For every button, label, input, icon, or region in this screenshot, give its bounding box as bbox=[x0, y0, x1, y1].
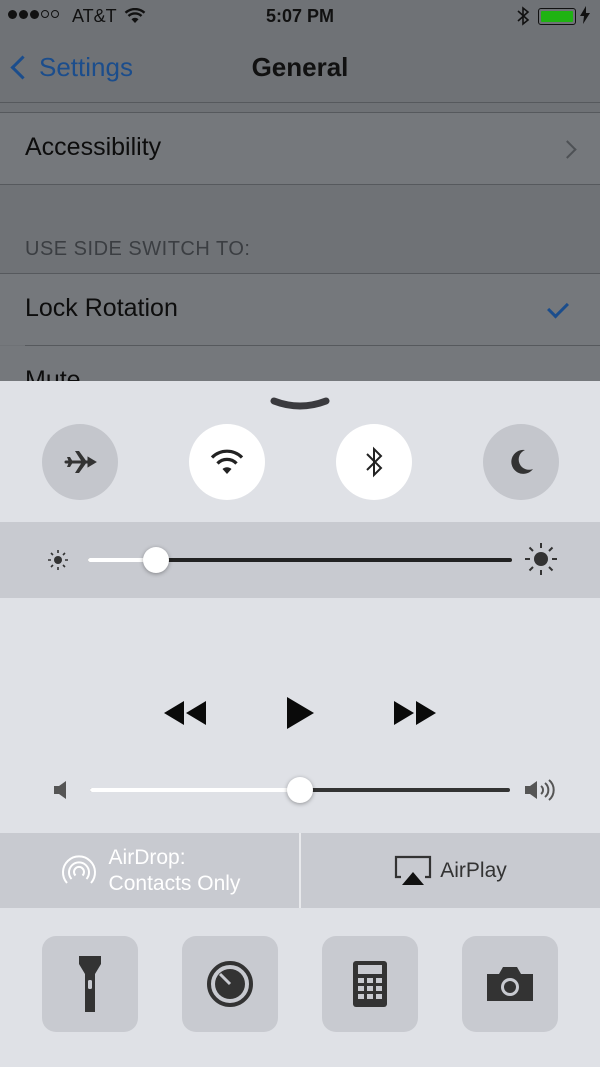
section-header: USE SIDE SWITCH TO: bbox=[25, 238, 251, 260]
brightness-high-icon bbox=[524, 542, 558, 581]
mute-row[interactable]: Mute bbox=[0, 346, 600, 394]
airdrop-icon bbox=[61, 854, 96, 884]
fast-forward-icon bbox=[394, 701, 436, 725]
divider bbox=[0, 102, 600, 103]
lock-rotation-label: Lock Rotation bbox=[25, 294, 178, 322]
timer-button[interactable] bbox=[182, 936, 278, 1032]
chevron-right-icon bbox=[558, 140, 577, 159]
airplane-mode-toggle[interactable] bbox=[42, 424, 118, 500]
airplane-icon bbox=[64, 451, 97, 473]
airplay-button[interactable]: AirPlay bbox=[301, 833, 600, 908]
volume-slider-knob[interactable] bbox=[287, 777, 313, 803]
page-title: General bbox=[251, 52, 349, 82]
divider bbox=[0, 184, 600, 185]
lock-rotation-row[interactable]: Lock Rotation bbox=[0, 274, 600, 345]
flashlight-icon bbox=[79, 956, 101, 1012]
wifi-toggle[interactable] bbox=[189, 424, 265, 500]
airplay-label: AirPlay bbox=[440, 858, 507, 882]
accessibility-row[interactable]: Accessibility bbox=[0, 113, 600, 184]
airdrop-button[interactable]: AirDrop: Contacts Only bbox=[0, 833, 299, 908]
flashlight-button[interactable] bbox=[42, 936, 138, 1032]
do-not-disturb-toggle[interactable] bbox=[483, 424, 559, 500]
bluetooth-status-icon bbox=[516, 6, 530, 31]
volume-high-icon bbox=[524, 777, 556, 808]
brightness-low-icon bbox=[46, 548, 70, 577]
clock: 5:07 PM bbox=[265, 6, 335, 26]
airplay-icon bbox=[395, 855, 432, 885]
charging-icon bbox=[580, 6, 590, 29]
grabber-handle-icon[interactable] bbox=[270, 397, 330, 411]
camera-button[interactable] bbox=[462, 936, 558, 1032]
calculator-button[interactable] bbox=[322, 936, 418, 1032]
camera-icon bbox=[487, 967, 533, 1001]
rewind-icon bbox=[164, 701, 206, 725]
bluetooth-icon bbox=[366, 446, 383, 478]
navigation-bar: Settings General bbox=[0, 34, 600, 102]
battery-icon bbox=[538, 8, 576, 25]
wifi-icon bbox=[210, 449, 244, 474]
status-bar: AT&T 5:07 PM bbox=[0, 0, 600, 34]
play-button[interactable] bbox=[270, 690, 330, 736]
calculator-icon bbox=[353, 961, 387, 1007]
rewind-button[interactable] bbox=[154, 690, 214, 736]
timer-icon bbox=[207, 961, 253, 1007]
brightness-slider-knob[interactable] bbox=[142, 547, 169, 573]
fast-forward-button[interactable] bbox=[386, 690, 446, 736]
moon-icon bbox=[511, 449, 533, 474]
volume-low-icon bbox=[52, 779, 70, 806]
play-icon bbox=[287, 697, 314, 729]
bluetooth-toggle[interactable] bbox=[336, 424, 412, 500]
accessibility-label: Accessibility bbox=[25, 133, 162, 161]
airdrop-title: AirDrop: bbox=[108, 845, 186, 869]
airdrop-status: Contacts Only bbox=[108, 871, 241, 895]
